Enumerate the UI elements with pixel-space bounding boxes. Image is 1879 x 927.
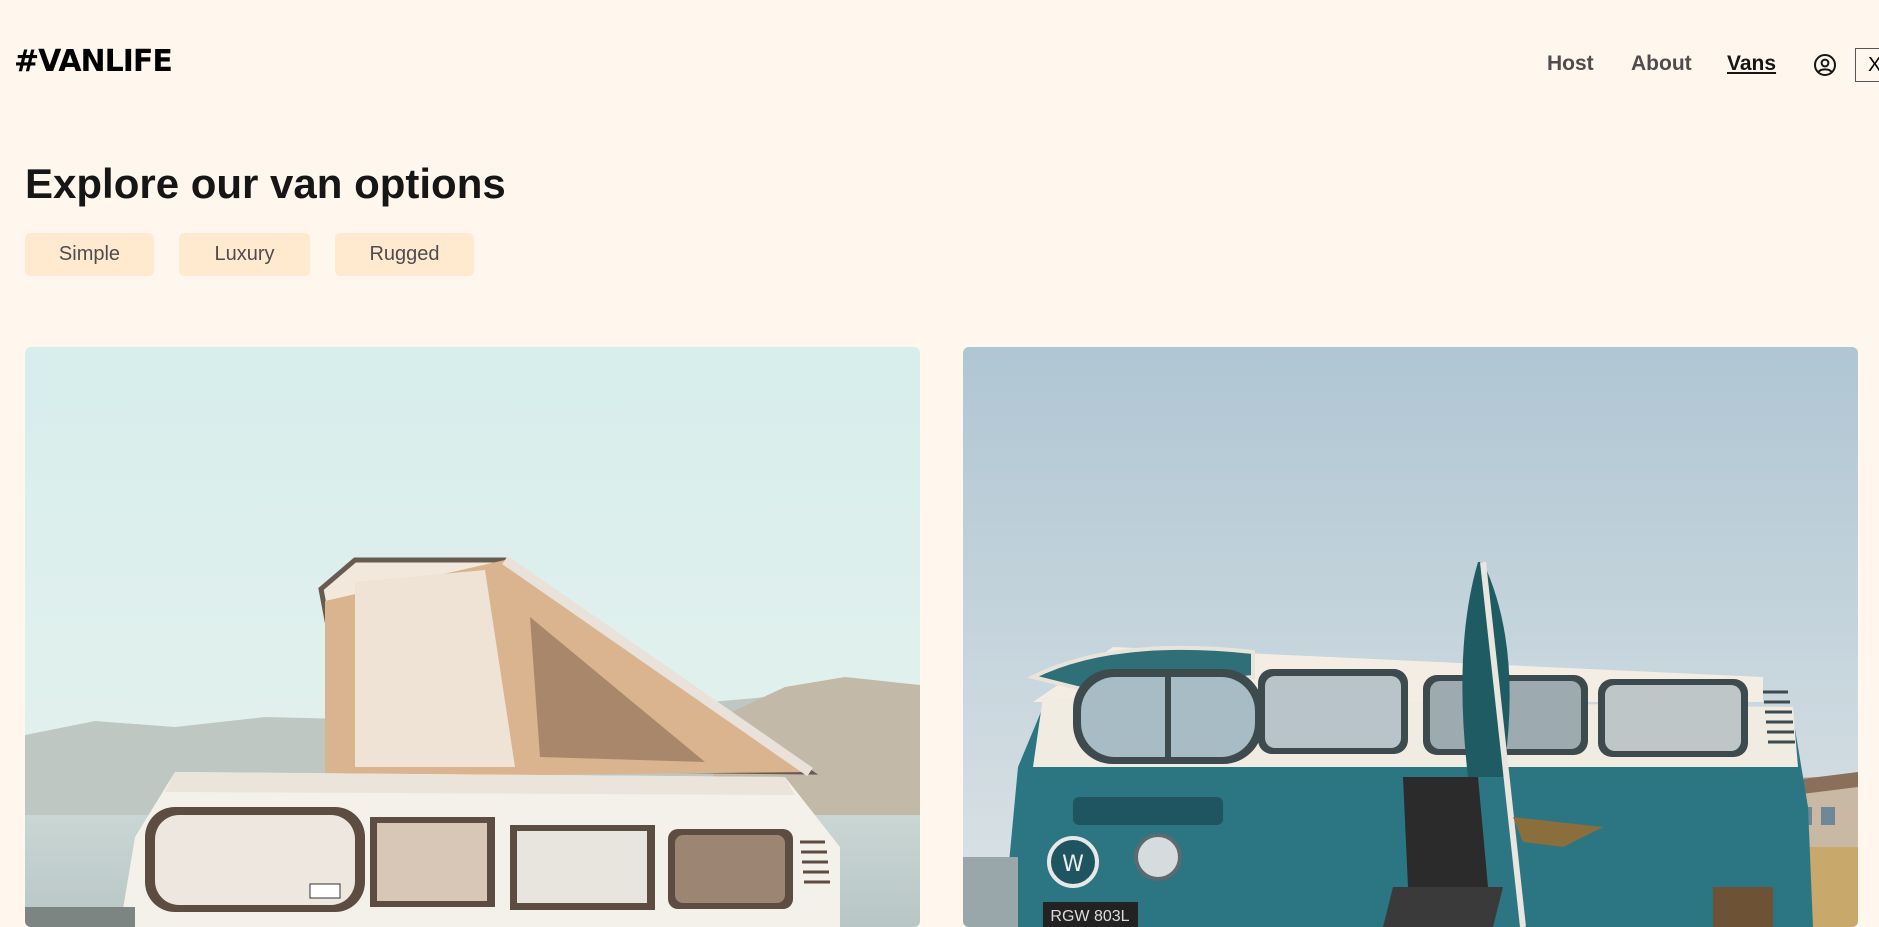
van-image[interactable] xyxy=(25,347,920,927)
van-card[interactable] xyxy=(25,347,920,927)
filter-simple-button[interactable]: Simple xyxy=(25,233,154,276)
svg-text:RGW 803L: RGW 803L xyxy=(1050,908,1129,925)
close-button[interactable]: X xyxy=(1855,48,1879,82)
van-image[interactable]: W RGW 803L xyxy=(963,347,1858,927)
page-title: Explore our van options xyxy=(25,160,506,207)
filter-rugged-button[interactable]: Rugged xyxy=(335,233,474,276)
van-card[interactable]: W RGW 803L xyxy=(963,347,1858,927)
nav-link-host[interactable]: Host xyxy=(1547,52,1594,76)
nav-link-about[interactable]: About xyxy=(1631,52,1692,76)
site-logo[interactable]: #VANLIFE xyxy=(14,44,173,79)
svg-text:W: W xyxy=(1062,852,1084,877)
filter-luxury-button[interactable]: Luxury xyxy=(179,233,310,276)
user-circle-icon[interactable] xyxy=(1813,53,1837,77)
nav-link-vans[interactable]: Vans xyxy=(1727,52,1776,76)
site-header: #VANLIFE Host About Vans X xyxy=(0,0,1879,128)
